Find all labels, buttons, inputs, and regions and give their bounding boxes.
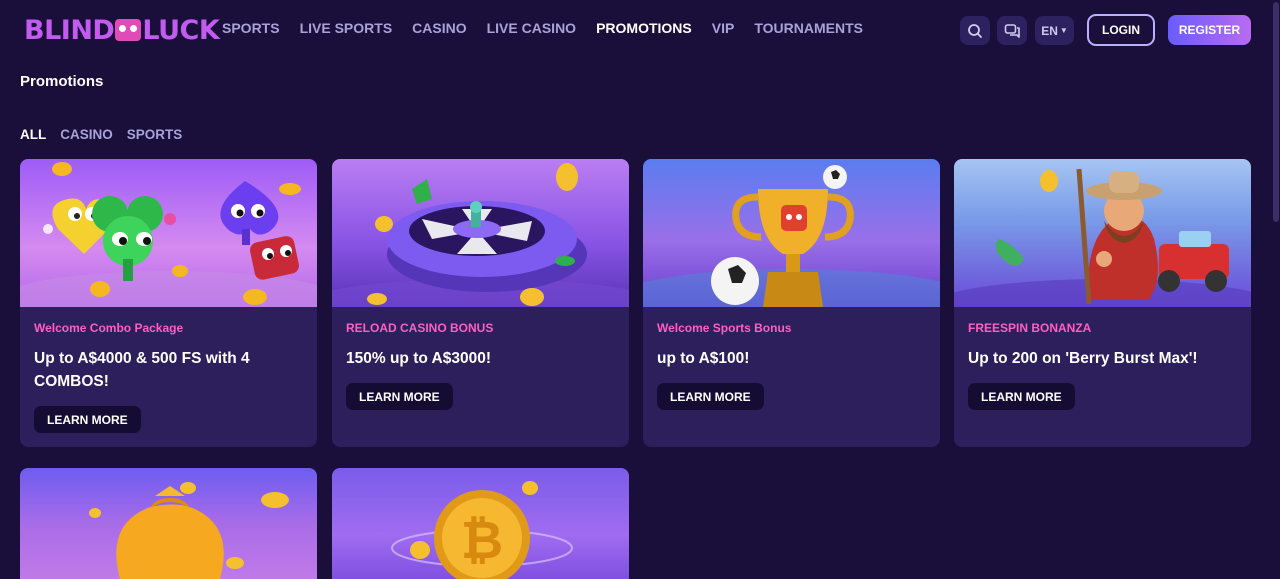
- roulette-illustration: [332, 163, 629, 307]
- promo-image-card-suits: [20, 159, 317, 307]
- filter-sports[interactable]: SPORTS: [127, 127, 183, 142]
- filter-all[interactable]: ALL: [20, 127, 46, 142]
- card-suits-illustration: [20, 162, 317, 307]
- scrollbar-thumb[interactable]: [1273, 2, 1279, 222]
- svg-text:₿: ₿: [461, 511, 503, 571]
- promo-title: Up to A$4000 & 500 FS with 4 COMBOS!: [34, 350, 250, 390]
- register-button[interactable]: REGISTER: [1168, 15, 1251, 45]
- promo-image-fisherman: [954, 159, 1251, 307]
- promo-tag: Welcome Sports Bonus: [657, 321, 792, 335]
- brand-logo[interactable]: BLIND LUCK: [24, 14, 220, 46]
- language-label: EN: [1041, 23, 1058, 38]
- promo-title: Up to 200 on 'Berry Burst Max'!: [968, 350, 1198, 367]
- promo-image-roulette: [332, 159, 629, 307]
- logo-eyes-icon: [115, 19, 142, 41]
- nav-live-sports[interactable]: LIVE SPORTS: [300, 20, 393, 36]
- logo-text-left: BLIND: [24, 14, 115, 46]
- promo-tag: FREESPIN BONANZA: [968, 321, 1092, 335]
- main-nav: SPORTS LIVE SPORTS CASINO LIVE CASINO PR…: [222, 20, 883, 36]
- nav-sports[interactable]: SPORTS: [222, 20, 280, 36]
- chat-icon: [1004, 23, 1020, 38]
- page-title: Promotions: [20, 73, 104, 90]
- promo-card[interactable]: Welcome Combo Package Up to A$4000 & 500…: [20, 159, 317, 447]
- promo-title: up to A$100!: [657, 350, 750, 367]
- login-button[interactable]: LOGIN: [1087, 14, 1155, 46]
- nav-casino[interactable]: CASINO: [412, 20, 466, 36]
- promo-card[interactable]: ₿: [332, 468, 629, 579]
- filter-casino[interactable]: CASINO: [60, 127, 113, 142]
- nav-promotions[interactable]: PROMOTIONS: [596, 20, 692, 36]
- learn-more-button[interactable]: LEARN MORE: [34, 406, 141, 433]
- promo-title: 150% up to A$3000!: [346, 350, 492, 367]
- promo-image-bitcoin: ₿: [332, 468, 629, 579]
- nav-vip[interactable]: VIP: [712, 20, 735, 36]
- nav-live-casino[interactable]: LIVE CASINO: [487, 20, 576, 36]
- learn-more-button[interactable]: LEARN MORE: [346, 383, 453, 410]
- chat-button[interactable]: [997, 16, 1027, 45]
- promo-image-money-bag: [20, 468, 317, 579]
- promo-card[interactable]: Welcome Sports Bonus up to A$100! LEARN …: [643, 159, 940, 447]
- fisherman-illustration: [954, 168, 1251, 307]
- promo-card[interactable]: [20, 468, 317, 579]
- nav-tournaments[interactable]: TOURNAMENTS: [754, 20, 863, 36]
- promo-tag: Welcome Combo Package: [34, 321, 184, 335]
- language-selector[interactable]: EN ▼: [1035, 16, 1074, 45]
- search-button[interactable]: [960, 16, 990, 45]
- top-header: BLIND LUCK SPORTS LIVE SPORTS CASINO LIVE…: [0, 0, 1272, 60]
- search-icon: [968, 23, 982, 38]
- chevron-down-icon: ▼: [1059, 26, 1068, 35]
- promo-card[interactable]: RELOAD CASINO BONUS 150% up to A$3000! L…: [332, 159, 629, 447]
- logo-text-right: LUCK: [142, 14, 220, 46]
- page-scrollbar[interactable]: [1272, 0, 1280, 579]
- promo-image-trophy: [643, 159, 940, 307]
- promo-card[interactable]: FREESPIN BONANZA Up to 200 on 'Berry Bur…: [954, 159, 1251, 447]
- promo-tag: RELOAD CASINO BONUS: [346, 321, 494, 335]
- money-bag-illustration: [89, 482, 289, 579]
- promo-filters: ALL CASINO SPORTS: [20, 127, 196, 142]
- learn-more-button[interactable]: LEARN MORE: [968, 383, 1075, 410]
- learn-more-button[interactable]: LEARN MORE: [657, 383, 764, 410]
- bitcoin-illustration: ₿: [391, 481, 573, 579]
- trophy-illustration: [643, 165, 940, 307]
